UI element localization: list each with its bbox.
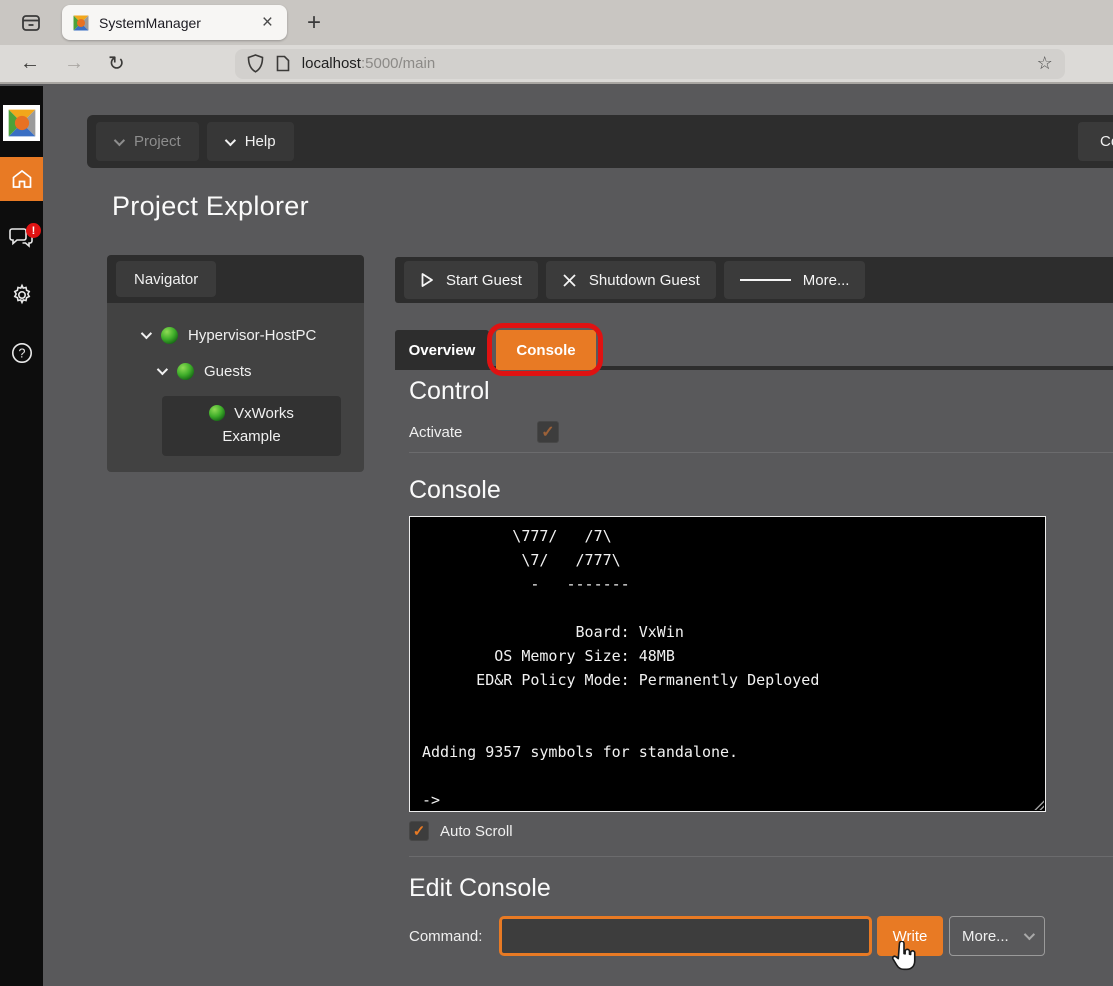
check-icon: ✓ xyxy=(412,823,426,840)
chevron-down-icon xyxy=(224,134,236,146)
activate-checkbox[interactable]: ✓ xyxy=(537,421,559,443)
edit-console-heading: Edit Console xyxy=(409,874,551,902)
app-favicon xyxy=(72,14,90,32)
browser-toolbar: ← → ↻ localhost:5000/main ☆ xyxy=(0,45,1113,84)
section-divider xyxy=(409,452,1113,453)
detail-tab-strip: Overview Console xyxy=(395,323,1113,376)
section-divider xyxy=(409,856,1113,857)
menu-project-label: Project xyxy=(134,133,181,150)
command-label: Command: xyxy=(409,927,483,945)
more-actions-button[interactable]: More... xyxy=(723,261,866,299)
page-icon[interactable] xyxy=(276,55,290,72)
more-actions-label: More... xyxy=(802,271,850,289)
app-sidebar: ! ? xyxy=(0,86,43,986)
navigator-tree: Hypervisor-HostPC Guests VxWorks Example xyxy=(107,303,364,472)
url-host: localhost xyxy=(301,55,361,72)
edit-console-section: Edit Console Command: Write More... xyxy=(395,873,1113,956)
activate-label: Activate xyxy=(409,423,463,441)
tree-item-label: VxWorks xyxy=(234,405,294,422)
control-heading: Control xyxy=(409,377,490,405)
new-tab-icon[interactable]: + xyxy=(301,10,327,35)
menu-project-button[interactable]: Project xyxy=(96,122,199,161)
status-green-icon xyxy=(177,362,194,380)
navigator-panel: Navigator Hypervisor-HostPC Guests VxWor… xyxy=(107,255,364,472)
start-guest-button[interactable]: Start Guest xyxy=(404,261,538,299)
page-title: Project Explorer xyxy=(112,191,309,221)
reload-icon[interactable]: ↻ xyxy=(96,51,137,76)
tree-item-vxworks-example[interactable]: VxWorks Example xyxy=(162,396,341,456)
back-icon[interactable]: ← xyxy=(8,52,52,75)
sidebar-item-settings[interactable] xyxy=(0,273,43,317)
tab-title: SystemManager xyxy=(99,14,201,31)
tab-overview[interactable]: Overview xyxy=(395,330,489,370)
play-icon xyxy=(420,272,434,288)
work-area: Start Guest Shutdown Guest More... Overv… xyxy=(395,257,1113,956)
menu-connect-button[interactable]: Co xyxy=(1078,122,1113,161)
status-green-icon xyxy=(161,326,178,344)
tree-item-hypervisor-hostpc[interactable]: Hypervisor-HostPC xyxy=(107,317,364,353)
menu-connect-label: Co xyxy=(1100,133,1113,150)
menu-help-label: Help xyxy=(244,133,276,150)
console-terminal[interactable]: \777/ /7\ \7/ /777\ - ------- Board: VxW… xyxy=(409,516,1046,812)
svg-text:?: ? xyxy=(18,347,25,361)
sidebar-item-messages[interactable]: ! xyxy=(0,215,43,259)
sidebar-item-home[interactable] xyxy=(0,157,43,201)
write-button[interactable]: Write xyxy=(877,916,943,956)
chevron-down-icon[interactable] xyxy=(156,363,169,376)
menu-help-button[interactable]: Help xyxy=(206,122,294,161)
home-icon xyxy=(10,167,34,191)
status-green-icon xyxy=(209,405,226,421)
tree-item-label: Guests xyxy=(204,362,252,380)
gear-icon xyxy=(10,283,34,307)
tree-item-label: Example xyxy=(222,428,281,445)
control-section: Control Activate ✓ xyxy=(395,376,1113,453)
more-commands-label: More... xyxy=(962,927,1009,945)
chevron-down-icon xyxy=(1023,928,1036,941)
bookmark-star-icon[interactable]: ☆ xyxy=(1037,53,1053,74)
guest-action-bar: Start Guest Shutdown Guest More... xyxy=(395,257,1113,303)
command-input[interactable] xyxy=(499,916,872,956)
app-main: Project Help Co Project Explorer Navigat… xyxy=(43,86,1113,986)
navigator-tab[interactable]: Navigator xyxy=(116,261,217,297)
browser-chrome: SystemManager × + ← → ↻ localhost:5000/m… xyxy=(0,0,1113,86)
autoscroll-checkbox[interactable]: ✓ xyxy=(409,821,429,841)
shutdown-guest-label: Shutdown Guest xyxy=(588,271,700,289)
url-bar[interactable]: localhost:5000/main ☆ xyxy=(234,48,1065,79)
tree-item-guests[interactable]: Guests xyxy=(107,353,364,389)
console-output: \777/ /7\ \7/ /777\ - ------- Board: VxW… xyxy=(422,527,820,809)
navigator-header: Navigator xyxy=(107,255,364,303)
check-icon: ✓ xyxy=(541,424,555,441)
browser-tab-systemmanager[interactable]: SystemManager × xyxy=(62,5,287,40)
more-commands-dropdown[interactable]: More... xyxy=(949,916,1045,956)
console-heading: Console xyxy=(409,476,501,504)
shield-icon[interactable] xyxy=(247,54,264,73)
tree-item-label: Hypervisor-HostPC xyxy=(188,326,317,344)
console-section: Console \777/ /7\ \7/ /777\ - ------- Bo… xyxy=(395,475,1113,857)
notification-badge: ! xyxy=(26,223,41,238)
autoscroll-label: Auto Scroll xyxy=(440,822,513,840)
tab-console[interactable]: Console xyxy=(496,330,596,370)
menu-icon xyxy=(739,276,791,284)
top-menu-bar: Project Help Co xyxy=(87,115,1113,168)
browser-tab-bar: SystemManager × + xyxy=(0,0,1113,45)
x-icon xyxy=(562,273,577,288)
url-path: :5000/main xyxy=(360,55,436,72)
help-icon: ? xyxy=(10,341,34,365)
tab-close-icon[interactable]: × xyxy=(258,13,277,32)
browser-tabs-icon[interactable] xyxy=(16,8,46,38)
chevron-down-icon[interactable] xyxy=(140,327,153,340)
app-logo xyxy=(3,105,40,141)
shutdown-guest-button[interactable]: Shutdown Guest xyxy=(545,261,716,299)
start-guest-label: Start Guest xyxy=(446,271,522,289)
chevron-down-icon xyxy=(113,134,126,146)
sidebar-item-help[interactable]: ? xyxy=(0,331,43,375)
forward-icon: → xyxy=(64,52,84,74)
